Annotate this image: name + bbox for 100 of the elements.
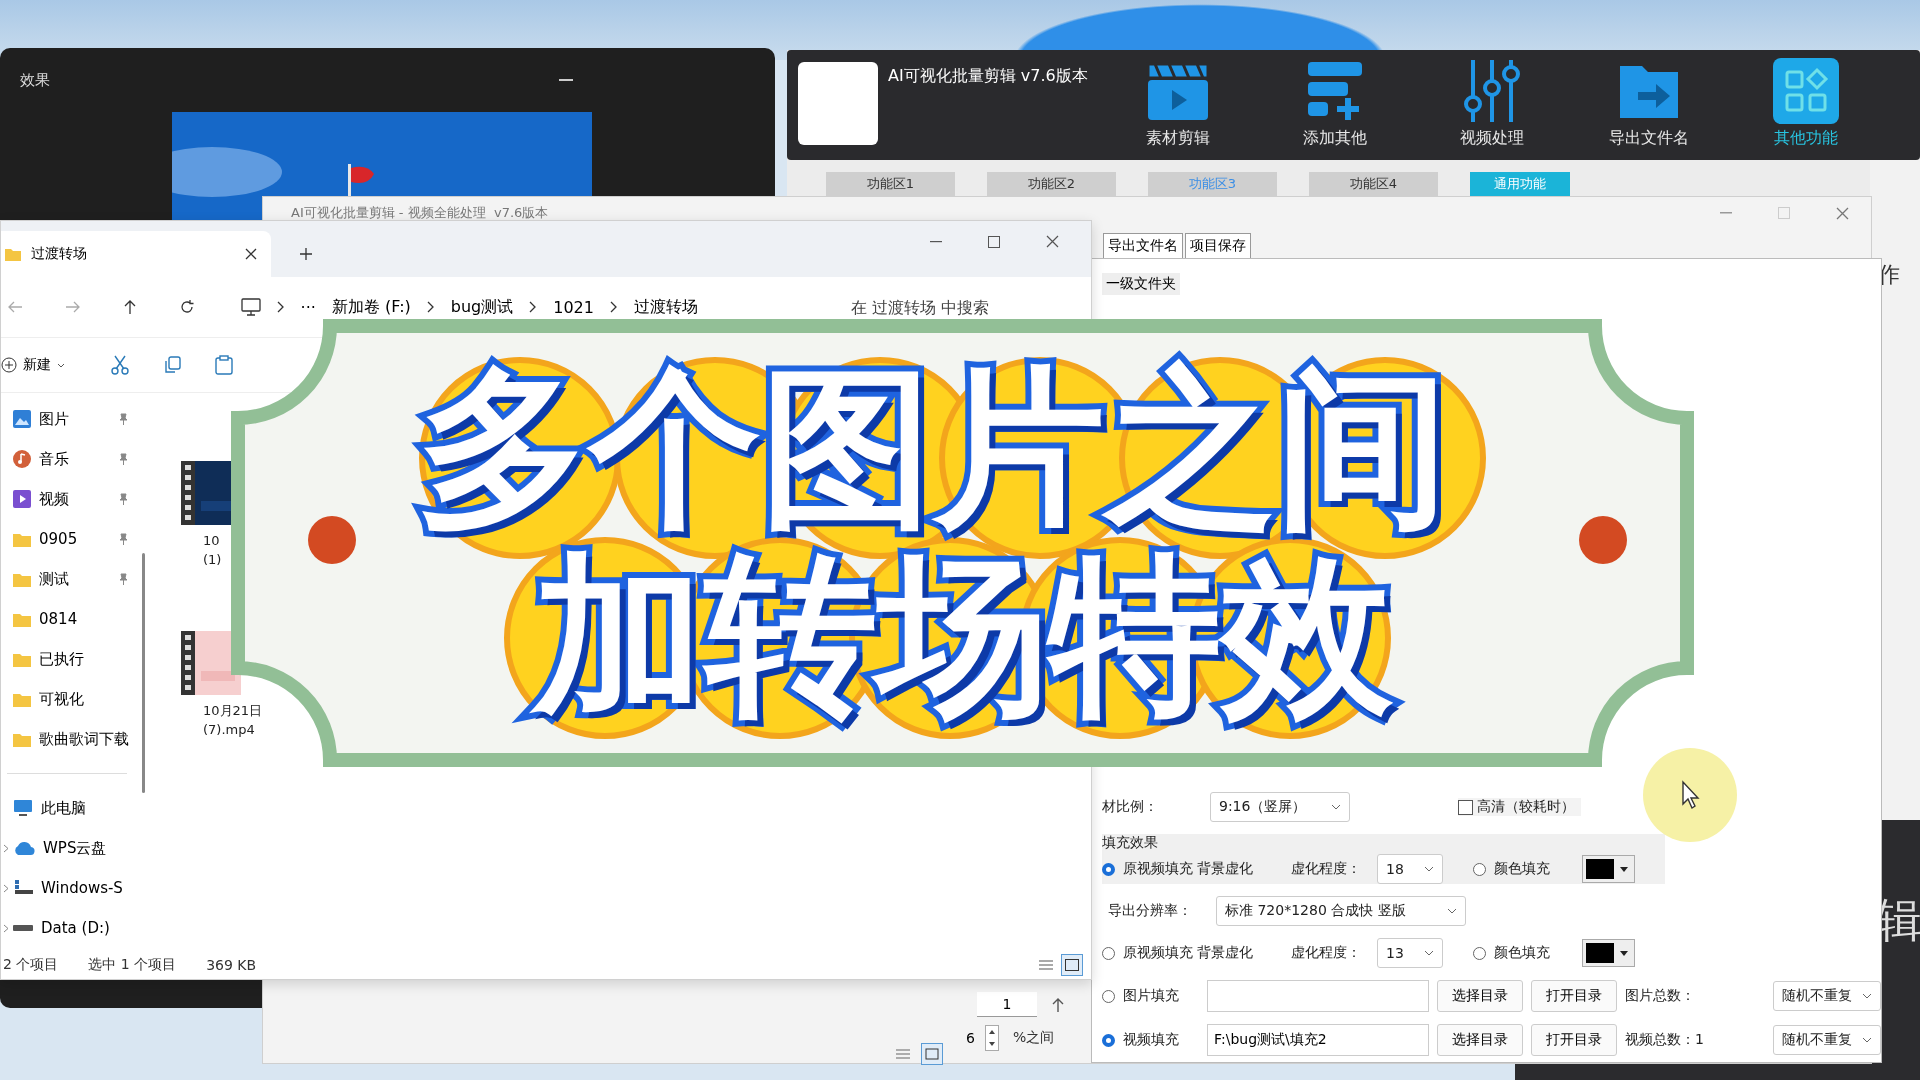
area-tab[interactable]: 功能区4 (1309, 172, 1438, 196)
nav-item[interactable]: Data (D:) (1, 908, 147, 948)
radio-button[interactable] (1102, 1033, 1115, 1047)
folder-icon (5, 247, 21, 261)
folder-icon (13, 531, 31, 547)
folder-button[interactable]: 打开目录 (1531, 1024, 1617, 1056)
caret-icon (1331, 804, 1341, 810)
window-title: 效果 (20, 70, 50, 90)
minimize-icon[interactable] (930, 240, 942, 243)
tiles-view-icon (1065, 959, 1079, 971)
folder-button[interactable]: 选择目录 (1437, 980, 1523, 1012)
file-name: 10月21日 (203, 702, 263, 720)
up-arrow-icon[interactable] (1051, 996, 1065, 1013)
number-value: 6 (966, 1030, 975, 1046)
maximize-icon[interactable] (988, 235, 1000, 248)
nav-item[interactable]: 0814 (1, 599, 147, 639)
nav-item[interactable]: 测试 (1, 559, 147, 599)
nav-item[interactable]: 可视化 (1, 679, 147, 719)
number-field[interactable]: 1 (977, 992, 1037, 1017)
radio-label: 视频填充 (1123, 1031, 1180, 1049)
toolbar-button[interactable]: 添加其他 (1270, 58, 1400, 149)
nav-item[interactable]: Windows-S (1, 868, 147, 908)
caret-icon (1424, 866, 1434, 872)
stepper-icon[interactable] (985, 1025, 999, 1051)
nav-item[interactable]: 图片 (1, 399, 147, 439)
nav-item[interactable]: 音乐 (1, 439, 147, 479)
toolbar-button[interactable]: 其他功能 (1741, 58, 1871, 149)
radio-button[interactable] (1102, 946, 1115, 960)
close-icon[interactable] (1046, 235, 1059, 248)
folder-icon (13, 691, 31, 707)
radio-button[interactable] (1473, 946, 1486, 960)
checkbox[interactable] (1458, 799, 1473, 815)
radio-label: 图片填充 (1123, 987, 1180, 1005)
field-label: %之间 (1013, 1029, 1056, 1047)
status-text: 选中 1 个项目 (88, 956, 177, 974)
count-label: 图片总数： (1625, 987, 1696, 1005)
nav-item[interactable]: 已执行 (1, 639, 147, 679)
radio-label: 原视频填充 背景虚化 (1123, 860, 1255, 878)
cut-icon[interactable] (111, 355, 129, 375)
area-tab[interactable]: 功能区1 (826, 172, 955, 196)
radio-button[interactable] (1102, 989, 1115, 1003)
up-arrow-icon[interactable] (122, 299, 137, 315)
network-drive-icon (13, 880, 33, 896)
cloud-icon (13, 840, 35, 856)
toolbar-button[interactable]: 视频处理 (1427, 58, 1557, 149)
scrollbar[interactable] (142, 553, 145, 793)
field-label: 虚化程度： (1291, 860, 1362, 878)
radio-label: 颜色填充 (1494, 860, 1551, 878)
resolution-dropdown[interactable]: 标准 720*1280 合成快 竖版 (1216, 896, 1466, 926)
radio-label: 原视频填充 背景虚化 (1123, 944, 1255, 962)
color-picker[interactable] (1582, 939, 1635, 967)
folder-icon (13, 651, 31, 667)
nav-item[interactable]: WPS云盘 (1, 828, 147, 868)
color-picker[interactable] (1582, 855, 1635, 883)
computer-icon (13, 799, 33, 817)
caret-icon (1862, 993, 1872, 999)
blur-dropdown[interactable]: 13 (1377, 938, 1443, 968)
group-title: 填充效果 (1102, 834, 1159, 852)
nav-item[interactable]: 0905 (1, 519, 147, 559)
caret-icon (1424, 950, 1434, 956)
list-view-icon (1038, 958, 1054, 972)
music-icon (13, 450, 31, 468)
tiles-view-icon[interactable] (921, 1043, 943, 1065)
radio-button[interactable] (1102, 862, 1115, 876)
folder-button[interactable]: 选择目录 (1437, 1024, 1523, 1056)
caret-icon (1447, 908, 1457, 914)
mode-dropdown[interactable]: 随机不重复 (1773, 981, 1881, 1011)
field-label: 虚化程度： (1291, 944, 1362, 962)
radio-button[interactable] (1473, 862, 1486, 876)
banner-title: 多个图片之间 (416, 359, 1449, 540)
caret-icon (1862, 1037, 1872, 1043)
app-title: AI可视化批量剪辑 v7.6版本 (888, 66, 1089, 87)
path-field[interactable] (1207, 980, 1429, 1012)
caret-icon (57, 362, 65, 368)
toolbar-button[interactable]: 导出文件名 (1584, 58, 1714, 149)
tab[interactable]: 项目保存 (1185, 233, 1251, 258)
area-tab[interactable]: 功能区2 (987, 172, 1116, 196)
mode-dropdown[interactable]: 随机不重复 (1773, 1025, 1881, 1055)
path-field[interactable]: F:\bug测试\填充2 (1207, 1024, 1429, 1056)
folder-icon (13, 571, 31, 587)
image-icon (13, 410, 31, 428)
new-button[interactable]: 新建 (1, 355, 71, 375)
nav-item[interactable]: 视频 (1, 479, 147, 519)
breadcrumb[interactable]: 过渡转场 (633, 296, 698, 318)
field-label: 一级文件夹 (1102, 273, 1180, 295)
nav-item[interactable]: 歌曲歌词下载 (1, 719, 147, 759)
nav-item[interactable]: 此电脑 (1, 788, 147, 828)
tab[interactable]: 导出文件名 (1103, 233, 1183, 258)
ratio-dropdown[interactable]: 9:16（竖屏） (1210, 792, 1350, 822)
folder-icon (13, 731, 31, 747)
caret-icon (1620, 950, 1628, 956)
caret-icon (1620, 866, 1628, 872)
folder-button[interactable]: 打开目录 (1531, 980, 1617, 1012)
blur-dropdown[interactable]: 18 (1377, 854, 1443, 884)
file-name: 10 (203, 532, 220, 550)
toolbar-button[interactable]: 素材剪辑 (1113, 58, 1243, 149)
chevron-icon (609, 301, 618, 313)
radio-label: 颜色填充 (1494, 944, 1551, 962)
folder-icon (13, 611, 31, 627)
view-toggle[interactable] (1061, 954, 1083, 976)
